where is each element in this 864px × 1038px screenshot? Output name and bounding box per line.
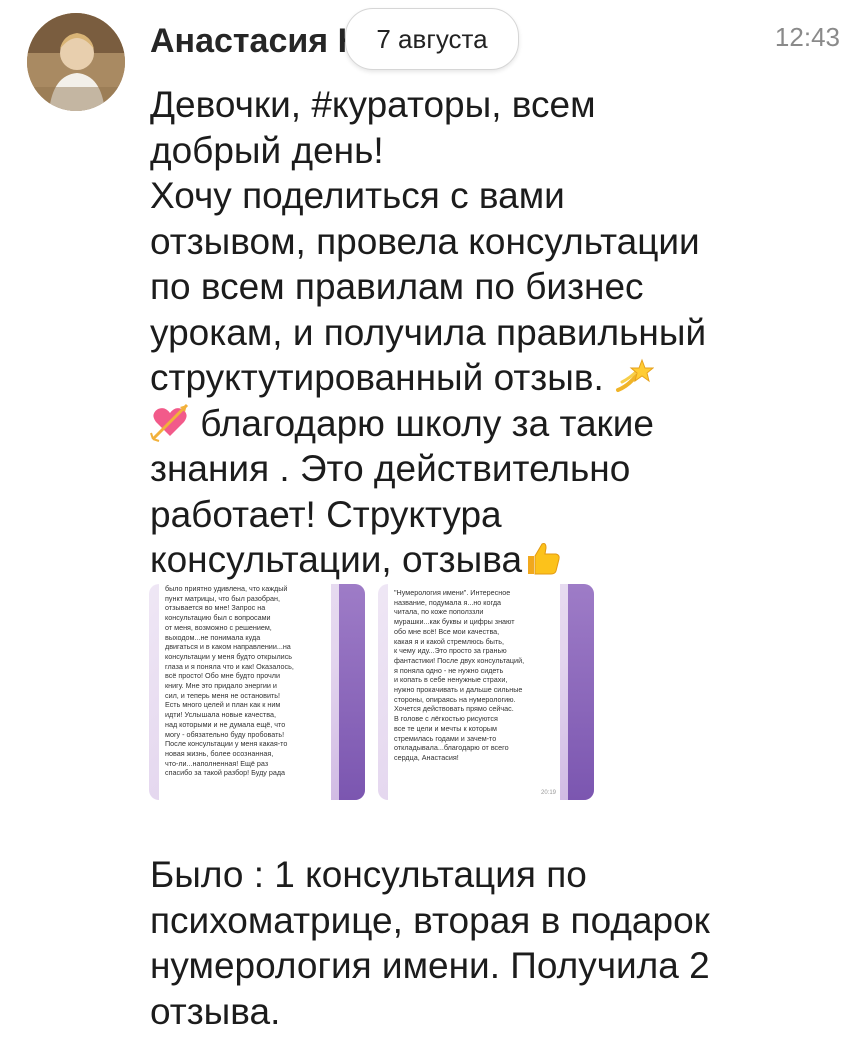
chat-message: Анастасия Кондра 7 августа 12:43 Девочки… bbox=[0, 0, 864, 1038]
avatar-photo-icon bbox=[27, 13, 125, 111]
photo-message-text: "Нумерология имени". Интересное название… bbox=[394, 588, 525, 762]
photo-message-time: 20:19 bbox=[540, 790, 556, 796]
photo-stripe bbox=[568, 584, 594, 800]
photo-stripe bbox=[339, 584, 365, 800]
heart-with-arrow-icon bbox=[150, 402, 190, 442]
thumbs-up-icon bbox=[522, 538, 562, 578]
photo-message-bubble: было приятно удивлена, что каждый пункт … bbox=[159, 584, 331, 800]
message-text-part1: Девочки, #кураторы, всем добрый день! Хо… bbox=[150, 84, 707, 398]
dizzy-star-icon bbox=[614, 356, 655, 396]
date-pill: 7 августа bbox=[345, 8, 519, 70]
photo-message-bubble: "Нумерология имени". Интересное название… bbox=[388, 584, 560, 800]
attachment-photo-2[interactable]: "Нумерология имени". Интересное название… bbox=[378, 584, 594, 800]
message-text-part2: благодарю школу за такие знания . Это де… bbox=[150, 402, 654, 581]
photo-message-text: было приятно удивлена, что каждый пункт … bbox=[165, 584, 294, 778]
message-time: 12:43 bbox=[774, 22, 840, 52]
user-avatar[interactable] bbox=[27, 13, 125, 111]
message-footer-text: Было : 1 консультация по психоматрице, в… bbox=[150, 854, 710, 1032]
message-text: Девочки, #кураторы, всем добрый день! Хо… bbox=[150, 82, 850, 583]
attachment-photo-1[interactable]: было приятно удивлена, что каждый пункт … bbox=[149, 584, 365, 800]
